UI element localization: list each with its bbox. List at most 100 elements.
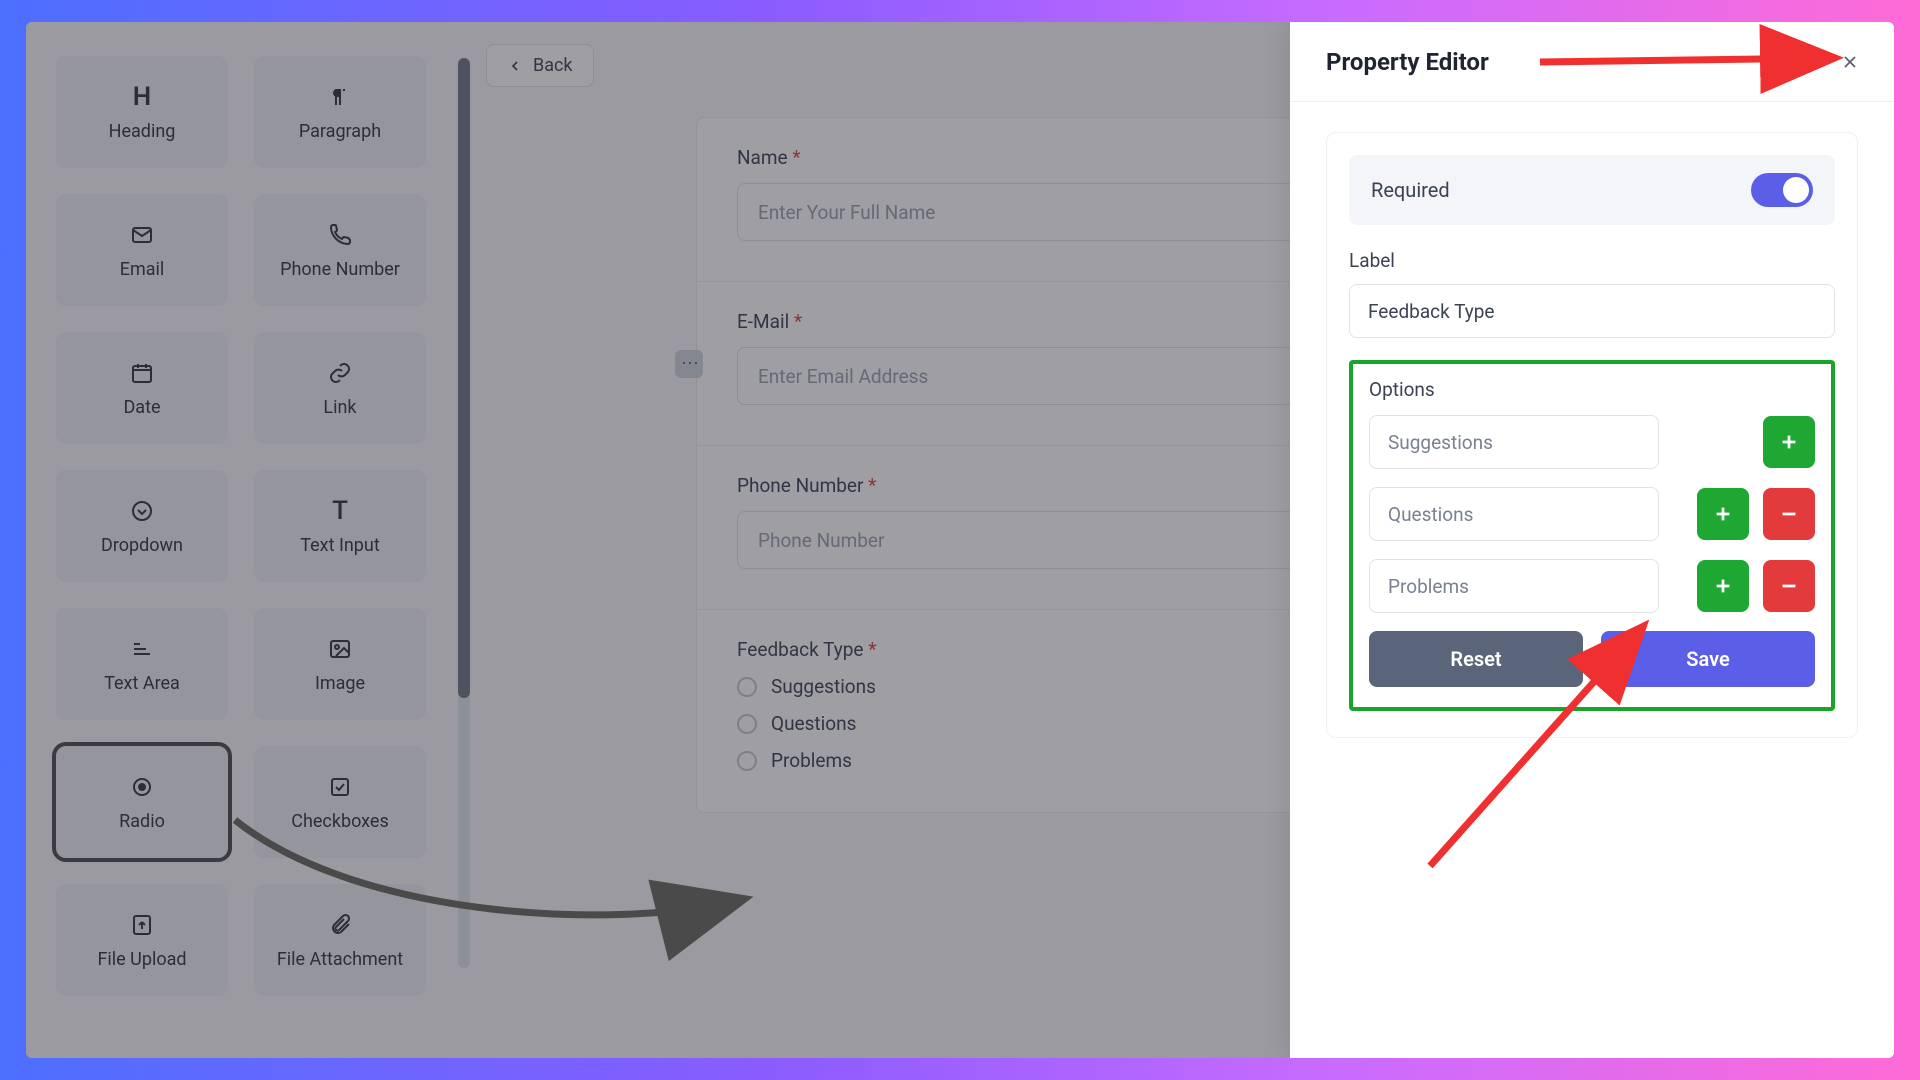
- close-icon: [1840, 52, 1860, 72]
- remove-option-button[interactable]: [1763, 560, 1815, 612]
- option-row: [1369, 415, 1815, 469]
- required-label: Required: [1371, 178, 1450, 202]
- element-tile-file-attachment[interactable]: File Attachment: [254, 884, 426, 996]
- tile-label: Paragraph: [299, 121, 381, 142]
- upload-icon: [128, 911, 156, 939]
- panel-header: Property Editor: [1290, 22, 1894, 102]
- radio-circle-icon: [737, 714, 757, 734]
- radio-option-label: Suggestions: [771, 675, 876, 698]
- options-block: Options Reset Save: [1349, 360, 1835, 711]
- form-field-name: Name *: [697, 118, 1335, 282]
- reset-button[interactable]: Reset: [1369, 631, 1583, 687]
- required-toggle[interactable]: [1751, 173, 1813, 207]
- element-tile-checkboxes[interactable]: Checkboxes: [254, 746, 426, 858]
- field-label: Phone Number *: [737, 474, 1295, 497]
- tile-label: Image: [315, 673, 365, 694]
- radio-option-label: Problems: [771, 749, 852, 772]
- check-icon: [326, 773, 354, 801]
- element-tile-date[interactable]: Date: [56, 332, 228, 444]
- phone-icon: [326, 221, 354, 249]
- field-input[interactable]: [737, 183, 1295, 241]
- radio-group: Suggestions Questions Problems: [737, 675, 1295, 772]
- tile-label: Heading: [109, 121, 176, 142]
- save-button[interactable]: Save: [1601, 631, 1815, 687]
- field-input[interactable]: [737, 511, 1295, 569]
- options-actions: Reset Save: [1369, 631, 1815, 687]
- options-label: Options: [1369, 378, 1815, 401]
- plus-icon: [1712, 575, 1734, 597]
- app-window: H Heading Paragraph Email Phone Number Date Li…: [26, 22, 1894, 1058]
- element-tile-file-upload[interactable]: File Upload: [56, 884, 228, 996]
- radio-option[interactable]: Suggestions: [737, 675, 1295, 698]
- tile-label: File Attachment: [277, 949, 403, 970]
- tile-label: Checkboxes: [291, 811, 389, 832]
- element-tile-link[interactable]: Link: [254, 332, 426, 444]
- element-tile-text-area[interactable]: Text Area: [56, 608, 228, 720]
- minus-icon: [1778, 503, 1800, 525]
- option-input[interactable]: [1369, 415, 1659, 469]
- panel-card: Required Label Options Reset Save: [1326, 132, 1858, 738]
- drag-handle-icon[interactable]: ⋯: [675, 350, 703, 378]
- tile-label: Phone Number: [280, 259, 400, 280]
- element-tile-radio[interactable]: Radio: [56, 746, 228, 858]
- tile-label: Email: [120, 259, 165, 280]
- mail-icon: [128, 221, 156, 249]
- element-tile-dropdown[interactable]: Dropdown: [56, 470, 228, 582]
- arrow-left-icon: [507, 58, 523, 74]
- link-icon: [326, 359, 354, 387]
- dropdown-icon: [128, 497, 156, 525]
- radio-option[interactable]: Problems: [737, 749, 1295, 772]
- plus-icon: [1712, 503, 1734, 525]
- field-label: E-Mail *: [737, 310, 1295, 333]
- label-section-label: Label: [1349, 249, 1835, 272]
- option-input[interactable]: [1369, 487, 1659, 541]
- required-row: Required: [1349, 155, 1835, 225]
- back-button[interactable]: Back: [486, 44, 594, 87]
- radio-option-label: Questions: [771, 712, 856, 735]
- H-icon: H: [128, 83, 156, 111]
- option-row: [1369, 559, 1815, 613]
- option-row: [1369, 487, 1815, 541]
- element-tile-heading[interactable]: H Heading: [56, 56, 228, 168]
- element-tile-email[interactable]: Email: [56, 194, 228, 306]
- tile-label: File Upload: [97, 949, 186, 970]
- form-field-phone-number: Phone Number *: [697, 446, 1335, 610]
- minus-icon: [1778, 575, 1800, 597]
- tile-label: Dropdown: [101, 535, 183, 556]
- para-icon: [326, 83, 354, 111]
- form-field-e-mail: E-Mail *⋯: [697, 282, 1335, 446]
- radio-circle-icon: [737, 677, 757, 697]
- attach-icon: [326, 911, 354, 939]
- tile-label: Text Area: [104, 673, 180, 694]
- tile-label: Link: [323, 397, 356, 418]
- radio-icon: [128, 773, 156, 801]
- image-icon: [326, 635, 354, 663]
- label-input[interactable]: [1349, 284, 1835, 338]
- field-label: Feedback Type *: [737, 638, 1295, 661]
- radio-circle-icon: [737, 751, 757, 771]
- radio-option[interactable]: Questions: [737, 712, 1295, 735]
- add-option-button[interactable]: [1697, 560, 1749, 612]
- elements-sidebar: H Heading Paragraph Email Phone Number Date Li…: [26, 22, 456, 1058]
- form-field-feedback-type: Feedback Type * Suggestions Questions Probl…: [697, 610, 1335, 812]
- field-label: Name *: [737, 146, 1295, 169]
- close-button[interactable]: [1836, 48, 1864, 76]
- tile-label: Text Input: [300, 535, 379, 556]
- add-option-button[interactable]: [1697, 488, 1749, 540]
- element-tile-image[interactable]: Image: [254, 608, 426, 720]
- tile-label: Radio: [119, 811, 165, 832]
- T-icon: T: [326, 497, 354, 525]
- remove-option-button[interactable]: [1763, 488, 1815, 540]
- property-editor-panel: Property Editor Required Label Options: [1290, 22, 1894, 1058]
- field-input[interactable]: [737, 347, 1295, 405]
- textarea-icon: [128, 635, 156, 663]
- tile-label: Date: [123, 397, 160, 418]
- option-input[interactable]: [1369, 559, 1659, 613]
- form-canvas: Name * E-Mail *⋯ Phone Number * Feedback Ty…: [696, 117, 1336, 813]
- add-option-button[interactable]: [1763, 416, 1815, 468]
- element-tile-paragraph[interactable]: Paragraph: [254, 56, 426, 168]
- element-tile-phone-number[interactable]: Phone Number: [254, 194, 426, 306]
- back-label: Back: [533, 55, 573, 76]
- element-tile-text-input[interactable]: T Text Input: [254, 470, 426, 582]
- toggle-knob: [1783, 177, 1809, 203]
